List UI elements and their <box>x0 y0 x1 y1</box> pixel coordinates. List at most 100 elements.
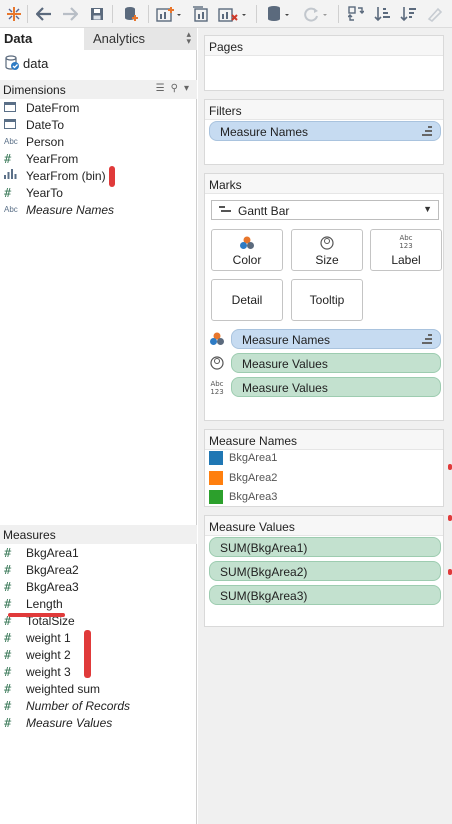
abc-icon: Abc <box>4 137 18 146</box>
mark-pill-label: Measure Values <box>242 357 328 371</box>
field-label: weight 1 <box>26 630 71 645</box>
dimension-field[interactable]: Abc Person <box>4 133 64 150</box>
back-icon[interactable] <box>34 4 54 24</box>
field-label: DateFrom <box>26 100 80 115</box>
sort-descending-icon[interactable] <box>398 4 418 24</box>
refresh-icon[interactable] <box>302 4 332 24</box>
legend-title: Measure Names <box>205 430 443 450</box>
forward-icon[interactable] <box>60 4 80 24</box>
mark-type-select[interactable]: Gantt Bar ▼ <box>211 200 439 220</box>
mark-pill-color[interactable]: Measure Names <box>231 329 441 349</box>
dimensions-title: Dimensions <box>3 83 66 97</box>
legend-swatch <box>209 490 223 504</box>
pages-card[interactable]: Pages <box>204 35 444 91</box>
measure-value-pill[interactable]: SUM(BkgArea3) <box>209 585 441 605</box>
measure-value-pill[interactable]: SUM(BkgArea2) <box>209 561 441 581</box>
tab-analytics[interactable]: Analytics ▴ ▾ <box>84 28 197 50</box>
size-icon <box>292 230 362 250</box>
hash-icon: # <box>4 562 12 577</box>
measures-title: Measures <box>3 528 56 542</box>
gantt-icon <box>219 206 231 214</box>
filters-card[interactable]: Filters Measure Names <box>204 99 444 165</box>
legend-item[interactable]: BkgArea3 <box>209 489 277 505</box>
clear-sheet-icon[interactable] <box>216 4 250 24</box>
hash-icon: # <box>4 630 12 645</box>
size-icon <box>209 355 225 371</box>
hash-icon: # <box>4 545 12 560</box>
legend-item[interactable]: BkgArea1 <box>209 450 277 466</box>
legend-label: BkgArea2 <box>229 472 278 484</box>
data-pane: Data Analytics ▴ ▾ data Dimensions ☰ ⚲ ▾ … <box>0 28 197 824</box>
duplicate-sheet-icon[interactable] <box>190 4 210 24</box>
dimension-field[interactable]: DateTo <box>4 116 64 133</box>
measure-field[interactable]: # Number of Records <box>4 697 130 714</box>
label-button[interactable]: Abc 123 Label <box>370 229 442 271</box>
measure-field[interactable]: # Length <box>4 595 63 612</box>
tableau-logo-icon[interactable] <box>4 4 24 24</box>
measure-values-card: Measure Values SUM(BkgArea1) SUM(BkgArea… <box>204 515 444 627</box>
dimension-field[interactable]: YearFrom (bin) <box>4 167 106 184</box>
chevron-down-icon[interactable]: ▾ <box>184 83 189 94</box>
measure-value-pill[interactable]: SUM(BkgArea1) <box>209 537 441 557</box>
measure-field[interactable]: # Measure Values <box>4 714 112 731</box>
field-label: weight 2 <box>26 647 71 662</box>
new-worksheet-icon[interactable] <box>154 4 184 24</box>
measure-value-label: SUM(BkgArea3) <box>220 589 308 603</box>
marks-card: Marks Gantt Bar ▼ Color Size Abc 123 Labe… <box>204 173 444 421</box>
measure-field[interactable]: # weighted sum <box>4 680 100 697</box>
measure-field[interactable]: # weight 2 <box>4 646 71 663</box>
hash-icon: # <box>4 151 12 166</box>
svg-text:123: 123 <box>399 242 412 250</box>
datasource-item[interactable]: data <box>4 54 48 72</box>
field-label: BkgArea2 <box>26 562 79 577</box>
pages-title: Pages <box>205 36 443 56</box>
field-label: Measure Values <box>26 715 113 730</box>
mark-pill-label-field[interactable]: Measure Values <box>231 377 441 397</box>
highlight-icon[interactable] <box>424 4 446 24</box>
search-icon[interactable]: ⚲ <box>171 83 178 94</box>
view-list-icon[interactable]: ☰ <box>156 83 165 94</box>
dimension-field[interactable]: # YearFrom <box>4 150 78 167</box>
tooltip-label: Tooltip <box>309 293 345 307</box>
measure-field[interactable]: # BkgArea2 <box>4 561 79 578</box>
hash-icon: # <box>4 715 12 730</box>
legend-item[interactable]: BkgArea2 <box>209 470 277 486</box>
color-icon <box>209 331 225 347</box>
hash-icon: # <box>4 185 12 200</box>
dimension-field[interactable]: # YearTo <box>4 184 63 201</box>
dimension-field[interactable]: DateFrom <box>4 99 79 116</box>
hash-icon: # <box>4 681 12 696</box>
toolbar <box>0 0 452 28</box>
measure-field[interactable]: # BkgArea1 <box>4 544 79 561</box>
size-button[interactable]: Size <box>291 229 363 271</box>
legend-label: BkgArea3 <box>229 491 278 503</box>
measure-values-title: Measure Values <box>205 516 443 536</box>
abc-icon: Abc <box>4 205 18 214</box>
save-icon[interactable] <box>88 4 106 24</box>
filter-pill-label: Measure Names <box>220 125 309 139</box>
swap-icon[interactable] <box>346 4 366 24</box>
sort-icon <box>422 334 432 344</box>
dimension-field[interactable]: Abc Measure Names <box>4 201 114 218</box>
annotation-mark <box>448 569 452 575</box>
tab-data[interactable]: Data <box>0 28 84 50</box>
field-label: weighted sum <box>26 681 101 696</box>
filter-pill[interactable]: Measure Names <box>209 121 441 141</box>
mark-pill-size[interactable]: Measure Values <box>231 353 441 373</box>
field-label: DateTo <box>26 117 65 132</box>
pane-tabs: Data Analytics ▴ ▾ <box>0 28 197 50</box>
sort-ascending-icon[interactable] <box>372 4 392 24</box>
field-label: weight 3 <box>26 664 71 679</box>
color-button[interactable]: Color <box>211 229 283 271</box>
tab-scroll-icon[interactable]: ▴ ▾ <box>186 30 191 46</box>
field-label: BkgArea3 <box>26 579 79 594</box>
tooltip-button[interactable]: Tooltip <box>291 279 363 321</box>
measure-field[interactable]: # weight 3 <box>4 663 71 680</box>
detail-label: Detail <box>231 293 263 307</box>
filters-title: Filters <box>205 100 443 120</box>
measure-field[interactable]: # BkgArea3 <box>4 578 79 595</box>
new-datasource-icon[interactable] <box>120 4 142 24</box>
detail-button[interactable]: Detail <box>211 279 283 321</box>
measure-field[interactable]: # weight 1 <box>4 629 71 646</box>
data-icon[interactable] <box>264 4 294 24</box>
